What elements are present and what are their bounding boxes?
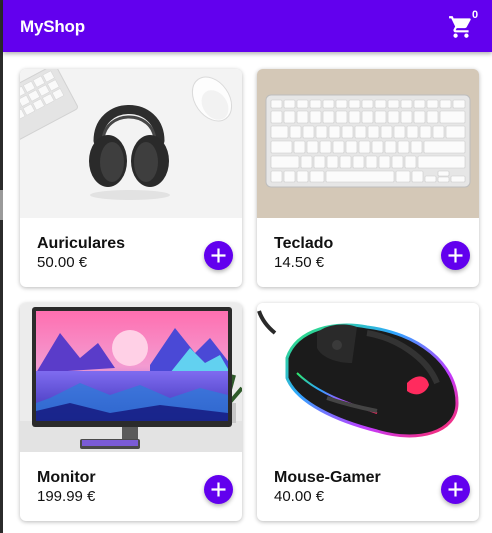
window-edge — [0, 0, 3, 533]
product-name: Monitor — [37, 469, 96, 486]
product-card: Mouse-Gamer 40.00 € — [257, 303, 479, 521]
product-card: Monitor 199.99 € — [20, 303, 242, 521]
product-image-keyboard — [257, 69, 479, 218]
product-price: 50.00 € — [37, 254, 88, 271]
product-image-gaming-mouse — [257, 303, 479, 452]
product-price: 14.50 € — [274, 254, 325, 271]
plus-icon — [448, 482, 463, 497]
cart-count-badge: 0 — [472, 9, 479, 21]
plus-icon — [211, 248, 226, 263]
product-name: Auriculares — [37, 235, 126, 252]
product-card: Auriculares 50.00 € — [20, 69, 242, 287]
product-card: Teclado 14.50 € — [257, 69, 479, 287]
add-to-cart-button[interactable] — [204, 241, 233, 270]
add-to-cart-button[interactable] — [441, 475, 470, 504]
product-name: Mouse-Gamer — [274, 469, 381, 486]
product-image-headphones — [20, 69, 242, 218]
cart-button[interactable] — [448, 14, 474, 40]
add-to-cart-button[interactable] — [441, 241, 470, 270]
product-name: Teclado — [274, 235, 334, 252]
app-title: MyShop — [20, 17, 85, 36]
product-price: 40.00 € — [274, 488, 325, 505]
plus-icon — [448, 248, 463, 263]
plus-icon — [211, 482, 226, 497]
product-price: 199.99 € — [37, 488, 96, 505]
add-to-cart-button[interactable] — [204, 475, 233, 504]
shopping-cart-icon — [449, 16, 471, 38]
product-image-monitor — [20, 303, 242, 452]
app-bar: MyShop 0 — [3, 0, 492, 52]
